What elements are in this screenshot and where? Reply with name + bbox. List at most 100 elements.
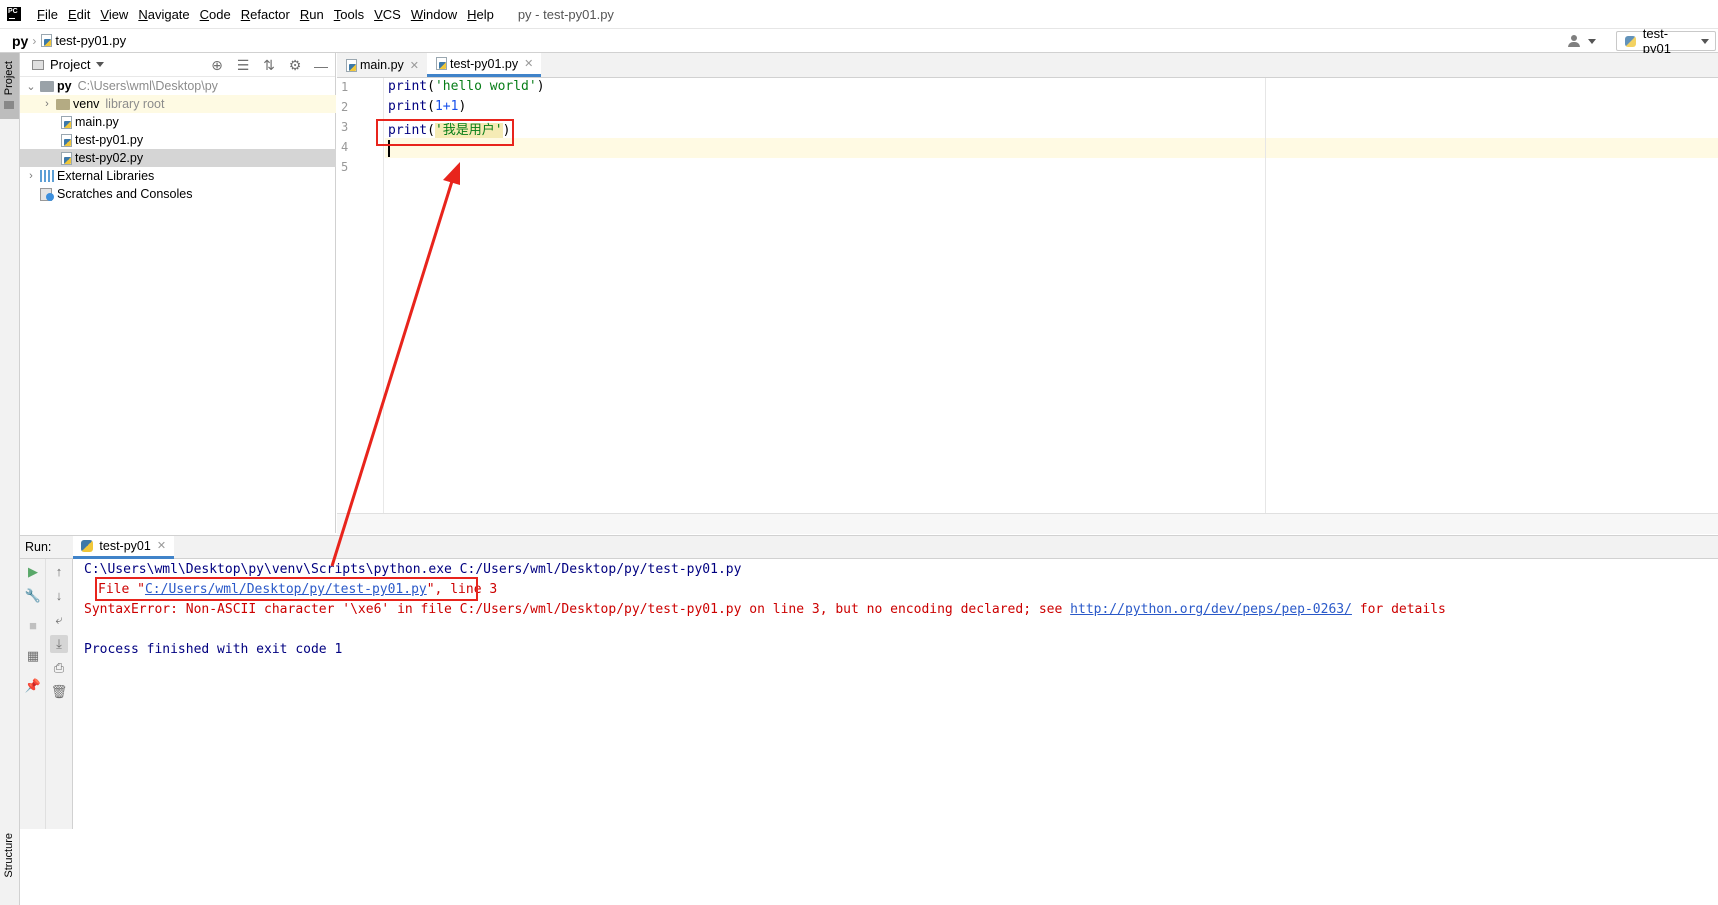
left-tool-stripe: Project Structure (0, 53, 20, 905)
line-number: 5 (341, 160, 349, 174)
trash-icon[interactable]: 🗑 (50, 683, 68, 701)
project-tool-label: Project (3, 61, 15, 96)
user-menu-button[interactable] (1568, 35, 1596, 47)
wrench-icon[interactable]: 🔧 (24, 587, 42, 605)
tree-item-main-py[interactable]: main.py (20, 113, 336, 131)
python-file-icon (40, 34, 53, 47)
gear-icon[interactable]: ⚙ (287, 57, 303, 74)
folder-icon (40, 80, 54, 92)
arrow-down-icon[interactable]: ↓ (50, 587, 68, 605)
menu-view[interactable]: View (96, 7, 132, 22)
code-paren: ( (427, 79, 435, 94)
run-toolbar-secondary: ↑ ↓ ⤶ ⤓ ⎙ 🗑 (46, 559, 73, 829)
stop-icon[interactable]: ■ (24, 617, 42, 635)
menu-bar: PC File Edit View Navigate Code Refactor… (0, 0, 1718, 28)
close-icon[interactable]: ✕ (524, 57, 533, 70)
breadcrumb-file-label: test-py01.py (55, 33, 127, 48)
python-file-icon (435, 57, 447, 70)
line-number: 3 (341, 120, 349, 134)
project-panel-tools: ⊕ ☰ ⇅ ⚙ — (209, 57, 329, 74)
line-number: 4 (341, 140, 349, 154)
code-expression: 1+1 (434, 99, 459, 114)
tree-item-label: test-py01.py (75, 133, 144, 147)
chevron-down-icon (1588, 38, 1596, 44)
right-margin-guide (1265, 78, 1266, 513)
code-function: print (388, 79, 428, 94)
menu-navigate[interactable]: Navigate (134, 7, 193, 22)
menu-file[interactable]: File (33, 7, 62, 22)
run-panel-header: Run: test-py01 ✕ (20, 535, 1718, 559)
rerun-icon[interactable]: ▶ (24, 563, 42, 581)
print-icon[interactable]: ⎙ (50, 659, 68, 677)
close-icon[interactable]: ✕ (157, 539, 166, 552)
project-view-icon (32, 59, 44, 70)
folder-icon (4, 101, 14, 109)
close-icon[interactable]: ✕ (410, 59, 419, 72)
menu-window[interactable]: Window (407, 7, 461, 22)
tree-item-py-root[interactable]: ⌄ py C:\Users\wml\Desktop\py (20, 77, 336, 95)
run-configuration-select[interactable]: test-py01 (1616, 26, 1716, 56)
navbar-right-tools: test-py01 (1568, 26, 1718, 56)
tree-item-label: py (57, 79, 72, 93)
structure-tool-window-button[interactable]: Structure (3, 833, 15, 878)
tab-main-py[interactable]: main.py ✕ (337, 53, 427, 77)
tree-item-label: Scratches and Consoles (57, 187, 193, 201)
menu-refactor[interactable]: Refactor (237, 7, 294, 22)
python-icon (81, 539, 94, 552)
line-number: 2 (341, 100, 349, 114)
expand-all-icon[interactable]: ☰ (235, 57, 251, 74)
chevron-down-icon[interactable] (96, 62, 105, 67)
annotation-box-error-file (95, 577, 478, 601)
chevron-down-icon[interactable]: ⌄ (26, 80, 36, 93)
collapse-all-icon[interactable]: ⇅ (261, 57, 277, 74)
layout-icon[interactable]: ▦ (24, 647, 42, 665)
code-line-2: print(1+1) (388, 99, 466, 114)
tree-item-label: main.py (75, 115, 119, 129)
menu-run[interactable]: Run (296, 7, 328, 22)
code-paren: ) (536, 79, 545, 94)
run-tab-label: test-py01 (99, 538, 151, 553)
project-panel-title[interactable]: Project (50, 57, 90, 72)
menu-code[interactable]: Code (196, 7, 235, 22)
pin-icon[interactable]: 📌 (24, 677, 42, 695)
code-editor[interactable]: print('hello world') print(1+1) print('我… (385, 78, 1718, 513)
tree-item-test-py01[interactable]: test-py01.py (20, 131, 336, 149)
soft-wrap-icon[interactable]: ⤶ (50, 611, 68, 629)
tree-item-label: test-py02.py (75, 151, 144, 165)
menu-tools[interactable]: Tools (330, 7, 368, 22)
chevron-right-icon[interactable]: › (26, 170, 36, 182)
project-tool-window-button[interactable]: Project (0, 53, 19, 119)
scroll-to-end-icon[interactable]: ⤓ (50, 635, 68, 653)
folder-icon (56, 98, 70, 110)
console-error-line: SyntaxError: Non-ASCII character '\xe6' … (84, 602, 1446, 617)
breadcrumb-project[interactable]: py (12, 33, 28, 49)
locate-icon[interactable]: ⊕ (209, 57, 225, 74)
annotation-box-code (376, 119, 514, 146)
chevron-right-icon[interactable]: › (42, 98, 52, 110)
hide-icon[interactable]: — (313, 58, 329, 74)
tab-test-py01[interactable]: test-py01.py ✕ (427, 53, 542, 77)
breadcrumb-separator-icon: › (32, 33, 37, 48)
arrow-up-icon[interactable]: ↑ (50, 563, 68, 581)
run-tab-test-py01[interactable]: test-py01 ✕ (73, 535, 175, 559)
menu-help[interactable]: Help (463, 7, 498, 22)
line-number: 1 (341, 80, 349, 94)
tree-item-detail: library root (105, 97, 165, 111)
tree-item-external-libraries[interactable]: › External Libraries (20, 167, 336, 185)
tree-item-scratches[interactable]: Scratches and Consoles (20, 185, 336, 203)
console-error-text: SyntaxError: Non-ASCII character '\xe6' … (84, 602, 1071, 617)
tree-item-venv[interactable]: › venv library root (20, 95, 336, 113)
console-command-line: C:\Users\wml\Desktop\py\venv\Scripts\pyt… (84, 562, 742, 577)
tree-item-path: C:\Users\wml\Desktop\py (77, 79, 218, 93)
menu-vcs[interactable]: VCS (370, 7, 405, 22)
tab-label: main.py (360, 58, 404, 72)
python-file-icon (345, 58, 357, 72)
breadcrumb-file[interactable]: test-py01.py (40, 33, 126, 48)
tree-item-test-py02[interactable]: test-py02.py (20, 149, 336, 167)
current-line-highlight (385, 138, 1718, 158)
project-panel: Project ⊕ ☰ ⇅ ⚙ — ⌄ py C:\Users\wml\Desk… (20, 53, 336, 533)
console-pep-link[interactable]: http://python.org/dev/peps/pep-0263/ (1070, 602, 1352, 617)
code-string: 'hello world' (434, 79, 537, 94)
menu-edit[interactable]: Edit (64, 7, 94, 22)
tree-item-label: venv (73, 97, 100, 111)
